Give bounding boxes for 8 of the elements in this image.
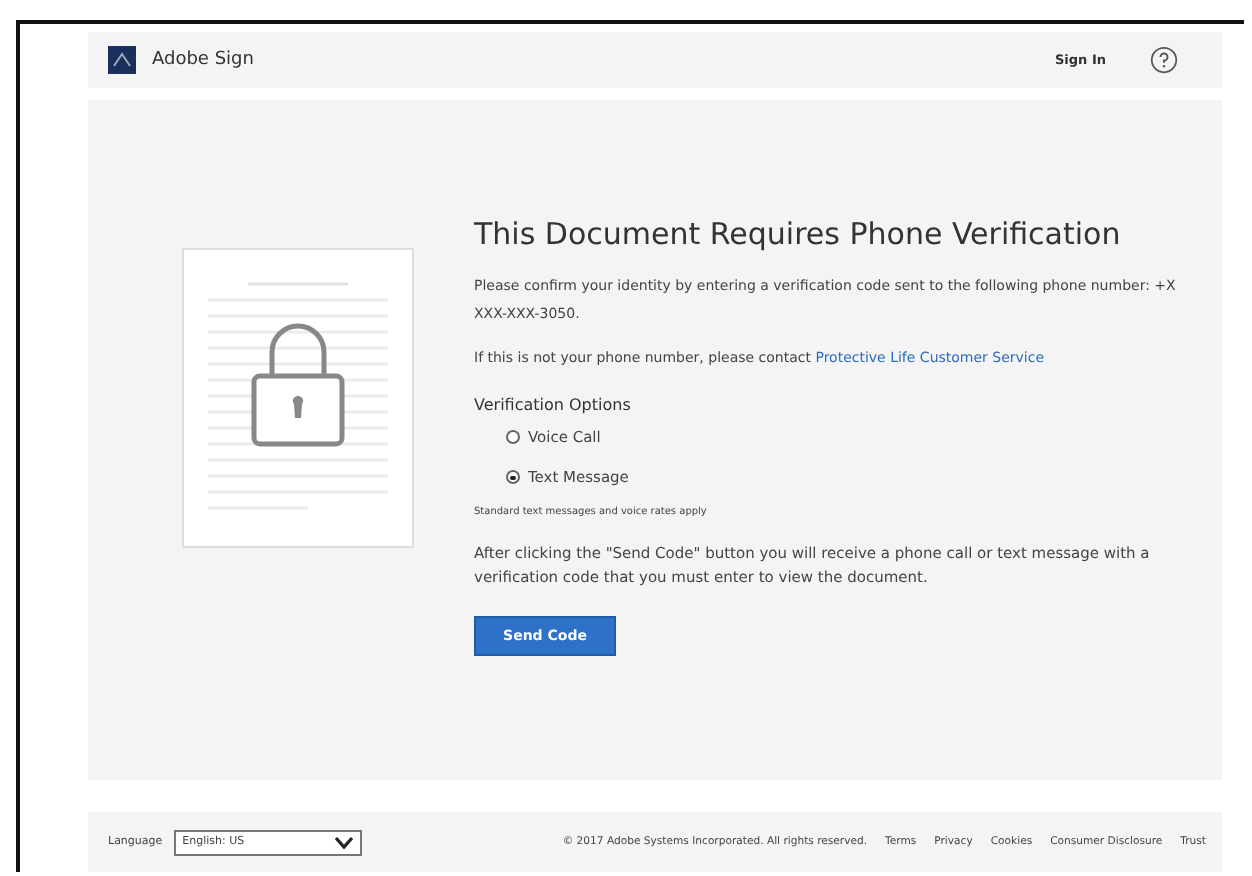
- help-icon[interactable]: [1150, 45, 1178, 74]
- brand-name: Adobe Sign: [152, 49, 254, 70]
- logo-icon: [108, 45, 136, 74]
- page-title: This Document Requires Phone Verification: [474, 215, 1123, 252]
- radio-button[interactable]: [506, 470, 520, 485]
- chevron-down-icon: [334, 835, 355, 850]
- radio-button[interactable]: [506, 430, 520, 445]
- options-heading: Verification Options: [474, 395, 633, 414]
